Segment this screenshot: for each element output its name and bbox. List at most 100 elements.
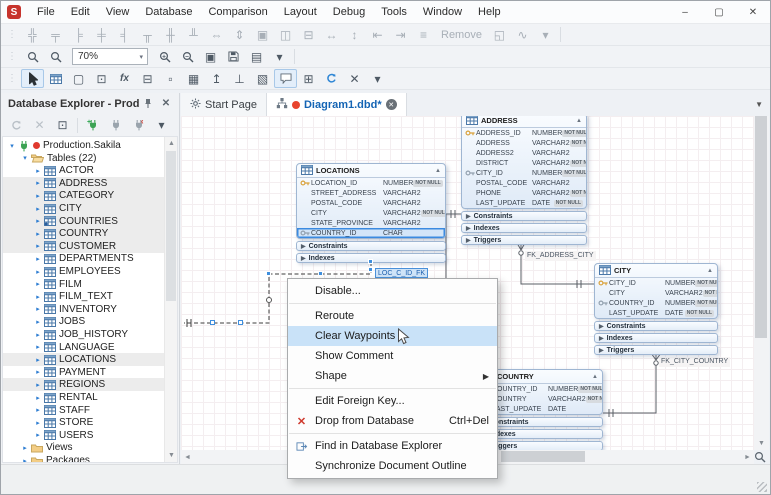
tree-item-address[interactable]: ▸ADDRESS: [3, 177, 164, 190]
chevron-down-icon[interactable]: ▼: [755, 93, 769, 116]
menu-database[interactable]: Database: [137, 3, 200, 21]
tree-item-film[interactable]: ▸FILM: [3, 278, 164, 291]
tree-item-language[interactable]: ▸LANGUAGE: [3, 341, 164, 354]
tree-item-film-text[interactable]: ▸FILM_TEXT: [3, 290, 164, 303]
space-across-icon[interactable]: ↔: [320, 25, 343, 44]
menu-item-synchronize-document-outline[interactable]: Synchronize Document Outline: [288, 456, 497, 476]
tree-item-actor[interactable]: ▸ACTOR: [3, 164, 164, 177]
entity-table-city[interactable]: CITY▲CITY_IDNUMBERNOT NULLCITYVARCHAR2NO…: [594, 263, 718, 355]
same-size-icon[interactable]: ▣: [251, 25, 274, 44]
resize-drag-icon[interactable]: ◱: [488, 25, 511, 44]
column-row[interactable]: POSTAL_CODEVARCHAR2: [297, 198, 445, 208]
same-height-icon[interactable]: ⇕: [228, 25, 251, 44]
scroll-down-icon[interactable]: ▼: [165, 449, 178, 462]
decrease-space-icon[interactable]: ⇥: [389, 25, 412, 44]
menu-view[interactable]: View: [98, 3, 138, 21]
close-button[interactable]: ✕: [736, 1, 770, 23]
tree-item-tables-22-[interactable]: ▾Tables (22): [3, 152, 164, 165]
menu-item-reroute[interactable]: Reroute: [288, 306, 497, 326]
tree-item-staff[interactable]: ▸STAFF: [3, 404, 164, 417]
expander-icon[interactable]: ▸: [33, 280, 43, 288]
collapse-icon[interactable]: ▲: [592, 374, 598, 380]
expander-icon[interactable]: ▸: [33, 242, 43, 250]
center-horizontal-icon[interactable]: ◫: [274, 25, 297, 44]
tree-item-inventory[interactable]: ▸INVENTORY: [3, 303, 164, 316]
column-row[interactable]: LAST_UPDATEDATENOT NULL: [462, 198, 586, 208]
menu-item-clear-waypoints[interactable]: Clear Waypoints: [288, 326, 497, 346]
move-table-icon[interactable]: ⊟: [136, 69, 159, 88]
delete-icon[interactable]: ✕: [28, 116, 51, 135]
menu-item-show-comment[interactable]: Show Comment: [288, 346, 497, 366]
menu-help[interactable]: Help: [470, 3, 509, 21]
function-icon[interactable]: fx: [113, 69, 136, 88]
column-row[interactable]: CITY_IDNUMBERNOT NULL: [595, 278, 717, 288]
column-row[interactable]: STATE_PROVINCEVARCHAR2: [297, 218, 445, 228]
remove-button[interactable]: Remove: [435, 29, 488, 41]
equal-space-icon[interactable]: ≡: [412, 25, 435, 44]
diagram-vertical-scrollbar[interactable]: ▼: [754, 116, 769, 450]
save-image-icon[interactable]: [222, 47, 245, 66]
expander-icon[interactable]: ▸: [33, 394, 43, 402]
tree-item-users[interactable]: ▸USERS: [3, 429, 164, 442]
menu-file[interactable]: File: [29, 3, 63, 21]
same-width-icon[interactable]: ⇔: [205, 25, 228, 44]
expander-icon[interactable]: ▸: [33, 255, 43, 263]
menu-tools[interactable]: Tools: [373, 3, 415, 21]
comment-icon[interactable]: [274, 69, 297, 88]
tree-item-rental[interactable]: ▸RENTAL: [3, 391, 164, 404]
menu-window[interactable]: Window: [415, 3, 470, 21]
zoom-in-icon[interactable]: +: [153, 47, 176, 66]
tab-diagram1-dbd-[interactable]: Diagram1.dbd*✕: [267, 93, 407, 116]
waypoint-handle[interactable]: [266, 271, 271, 276]
container-icon[interactable]: ▢: [67, 69, 90, 88]
chevron-down-icon[interactable]: ▾: [139, 53, 147, 61]
align-center-icon[interactable]: ╪: [90, 25, 113, 44]
resize-grip[interactable]: [757, 482, 767, 492]
tree-item-countries[interactable]: ▸COUNTRIES: [3, 215, 164, 228]
screenshot-icon[interactable]: ⊞: [297, 69, 320, 88]
expander-icon[interactable]: ▸: [33, 305, 43, 313]
dropdown-arrow-icon[interactable]: ▾: [534, 25, 557, 44]
scroll-left-icon[interactable]: ◄: [181, 451, 194, 464]
entity-table-address[interactable]: ADDRESS▲ADDRESS_IDNUMBERNOT NULLADDRESSV…: [461, 113, 587, 245]
menu-layout[interactable]: Layout: [276, 3, 325, 21]
entity-header[interactable]: LOCATIONS▲: [297, 164, 445, 178]
section-constraints[interactable]: ▶Constraints: [594, 321, 718, 331]
menu-debug[interactable]: Debug: [325, 3, 373, 21]
expander-icon[interactable]: ▸: [33, 205, 43, 213]
section-indexes[interactable]: ▶Indexes: [594, 333, 718, 343]
entity-header[interactable]: ADDRESS▲: [462, 114, 586, 128]
section-triggers[interactable]: ▶Triggers: [594, 345, 718, 355]
expander-icon[interactable]: ▸: [33, 368, 43, 376]
tab-start-page[interactable]: Start Page: [181, 93, 267, 116]
column-row[interactable]: LOCATION_IDNUMBERNOT NULL: [297, 178, 445, 188]
column-row[interactable]: CITY_IDNUMBERNOT NULL: [462, 168, 586, 178]
expander-icon[interactable]: ▸: [33, 318, 43, 326]
scroll-down-icon[interactable]: ▼: [755, 437, 768, 450]
tree-scrollbar[interactable]: ▲ ▼: [164, 137, 177, 462]
column-row[interactable]: ADDRESS_IDNUMBERNOT NULL: [462, 128, 586, 138]
export-image-icon[interactable]: ↥: [205, 69, 228, 88]
zoom-corner-icon[interactable]: [754, 450, 771, 464]
scroll-thumb[interactable]: [501, 451, 585, 462]
menu-edit[interactable]: Edit: [63, 3, 98, 21]
space-down-icon[interactable]: ↕: [343, 25, 366, 44]
section-constraints[interactable]: ▶Constraints: [461, 211, 587, 221]
column-row[interactable]: POSTAL_CODEVARCHAR2: [462, 178, 586, 188]
expander-icon[interactable]: ▸: [33, 268, 43, 276]
expander-icon[interactable]: ▸: [33, 343, 43, 351]
align-left-icon[interactable]: ╞: [67, 25, 90, 44]
connector-style-icon[interactable]: ∿: [511, 25, 534, 44]
increase-space-icon[interactable]: ⇤: [366, 25, 389, 44]
section-indexes[interactable]: ▶Indexes: [461, 223, 587, 233]
collapse-icon[interactable]: ▲: [435, 168, 441, 174]
waypoint-handle[interactable]: [318, 271, 323, 276]
tree-item-departments[interactable]: ▸DEPARTMENTS: [3, 252, 164, 265]
expander-icon[interactable]: ▸: [33, 419, 43, 427]
tree-item-payment[interactable]: ▸PAYMENT: [3, 366, 164, 379]
scroll-thumb[interactable]: [166, 151, 176, 301]
close-icon[interactable]: ✕: [157, 96, 175, 112]
column-row[interactable]: ADDRESS2VARCHAR2: [462, 148, 586, 158]
column-row[interactable]: COUNTRY_IDNUMBERNOT NULL: [595, 298, 717, 308]
view-editor-icon[interactable]: ⊡: [90, 69, 113, 88]
